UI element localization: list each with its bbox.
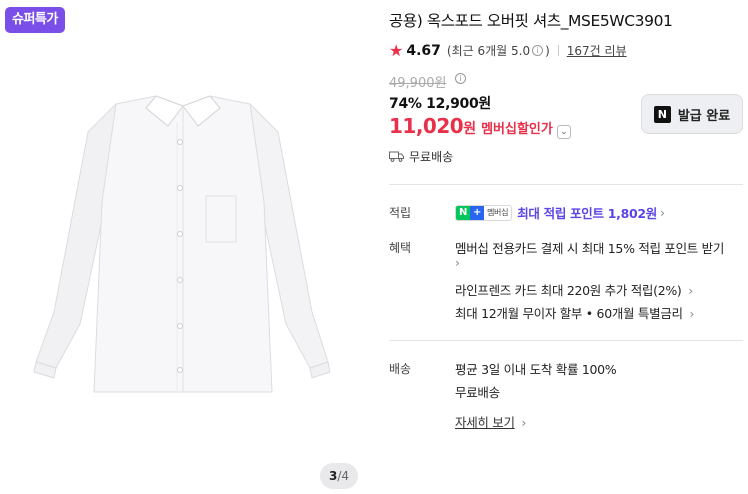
divider	[389, 340, 743, 341]
chevron-right-icon: ›	[455, 255, 460, 270]
npay-badge-text: 멤버십	[487, 208, 509, 217]
naver-n-icon: N	[653, 105, 671, 123]
points-link[interactable]: N + 멤버십 최대 적립 포인트 1,802원 ›	[455, 203, 665, 222]
benefit-card[interactable]: 멤버십 전용카드 결제 시 최대 15% 적립 포인트 받기	[455, 238, 724, 257]
delivery-label: 배송	[389, 362, 412, 376]
member-price-won: 원	[463, 121, 477, 137]
divider	[389, 184, 743, 185]
points-label: 적립	[389, 206, 412, 220]
benefit-linefriends-text: 라인프렌즈 카드 최대 220원 추가 적립(2%)	[455, 283, 682, 298]
points-text: 최대 적립 포인트 1,802원	[517, 206, 657, 221]
detail-link-text: 자세히 보기	[455, 415, 515, 430]
npay-badge: N + 멤버십	[455, 204, 513, 221]
shipping-summary: 무료배송	[389, 148, 453, 165]
super-deal-badge: 슈퍼특가	[5, 7, 65, 33]
plus-icon: +	[470, 205, 484, 220]
benefit-installment-text: 최대 12개월 무이자 할부 • 60개월 특별금리	[455, 306, 683, 321]
image-pager: 3/4	[320, 463, 358, 489]
chevron-right-icon: ›	[659, 205, 665, 220]
benefit-card-text: 멤버십 전용카드 결제 시 최대 15% 적립 포인트 받기	[455, 241, 725, 256]
member-price: 11,020	[389, 114, 464, 138]
naver-n-icon: N	[456, 205, 470, 220]
original-price: 49,900원	[389, 76, 447, 91]
delivery-fee: 무료배송	[455, 385, 500, 400]
info-icon[interactable]: i	[532, 45, 544, 56]
price-info-icon[interactable]: i	[455, 73, 466, 84]
rating-recent-close: )	[545, 43, 550, 58]
rating-score: 4.67	[406, 42, 441, 59]
discount-price: 74% 12,900원	[389, 96, 491, 112]
member-price-row: 11,020 원 멤버십할인가 ⌄	[389, 114, 571, 139]
delivery-detail-link[interactable]: 자세히 보기 ›	[455, 412, 526, 431]
chevron-right-icon: ›	[521, 415, 527, 430]
pager-total: /4	[337, 469, 350, 483]
review-link[interactable]: 167건 리뷰	[567, 42, 627, 59]
member-price-label: 멤버십할인가	[481, 122, 553, 137]
rating-recent: (최근 6개월 5.0	[446, 44, 531, 58]
benefit-installment[interactable]: 최대 12개월 무이자 할부 • 60개월 특별금리 ›	[455, 303, 694, 322]
benefit-linefriends[interactable]: 라인프렌즈 카드 최대 220원 추가 적립(2%) ›	[455, 280, 693, 299]
coupon-button-label: 발급 완료	[677, 108, 731, 124]
shipping-summary-text: 무료배송	[409, 150, 454, 164]
chevron-right-icon: ›	[689, 306, 695, 321]
benefit-card-chevron[interactable]: ›	[455, 255, 460, 270]
chevron-down-icon[interactable]: ⌄	[556, 125, 571, 139]
product-gallery[interactable]: 슈퍼특가 3/4	[0, 0, 372, 494]
delivery-estimate: 평균 3일 이내 도착 확률 100%	[455, 362, 617, 377]
star-icon: ★	[389, 41, 404, 60]
separator	[557, 45, 559, 56]
truck-icon	[389, 151, 404, 162]
product-title: 공용) 옥스포드 오버핏 셔츠_MSE5WC3901	[389, 12, 673, 30]
chevron-right-icon: ›	[688, 283, 693, 298]
benefits-label: 혜택	[389, 241, 412, 255]
coupon-issued-button[interactable]: N 발급 완료	[641, 94, 743, 134]
rating-row: ★ 4.67 (최근 6개월 5.0 i ) 167건 리뷰	[389, 41, 627, 60]
product-image	[33, 95, 331, 393]
